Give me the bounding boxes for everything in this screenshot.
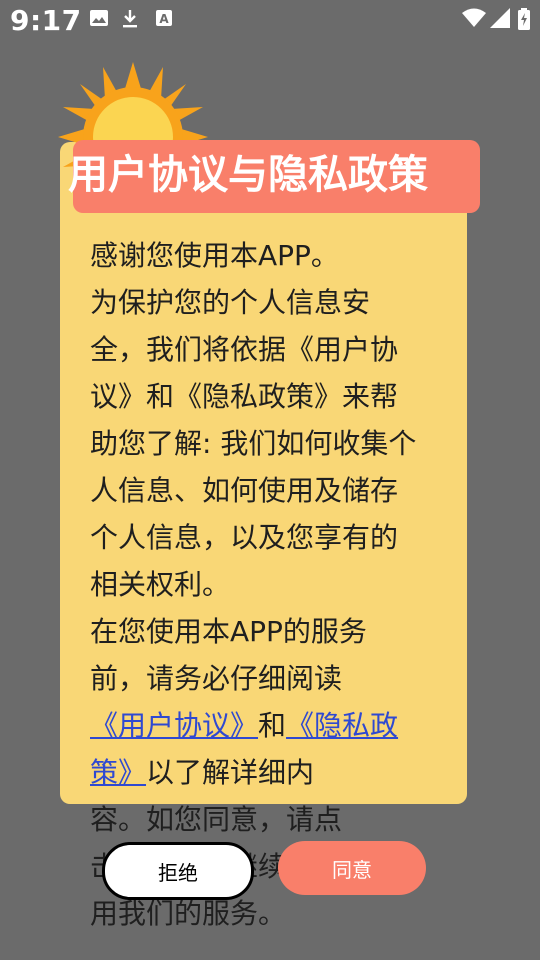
agree-button[interactable]: 同意 — [278, 841, 426, 895]
conjunction-text: 和 — [258, 709, 287, 742]
reject-button[interactable]: 拒绝 — [102, 842, 254, 900]
dialog-body: 感谢您使用本APP。 为保护您的个人信息安全，我们将依据《用户协议》和《隐私政策… — [90, 232, 420, 796]
user-agreement-link[interactable]: 《用户协议》 — [90, 709, 258, 742]
wifi-icon — [462, 8, 486, 27]
overflow-line-1: 容。如您同意，请点 — [90, 803, 343, 836]
download-icon — [123, 10, 137, 28]
reading-instruction: 在您使用本APP的服务前，请务必仔细阅读 《用户协议》和《隐私政策》以了解详细内 — [90, 608, 420, 796]
battery-charging-icon — [518, 8, 530, 30]
before-links-text: 在您使用本APP的服务前，请务必仔细阅读 — [90, 615, 367, 695]
status-time: 9:17 — [10, 4, 82, 37]
policy-description: 为保护您的个人信息安全，我们将依据《用户协议》和《隐私政策》来帮助您了解: 我们… — [90, 286, 417, 601]
after-links-text: 以了解详细内 — [146, 756, 315, 789]
svg-text:A: A — [159, 12, 169, 26]
image-icon — [90, 10, 108, 26]
dialog-title: 用户协议与隐私政策 — [68, 152, 428, 198]
status-bar: 9:17 A — [0, 0, 540, 44]
font-a-icon: A — [156, 10, 172, 26]
signal-icon — [490, 8, 510, 28]
intro-text: 感谢您使用本APP。 — [90, 239, 339, 272]
